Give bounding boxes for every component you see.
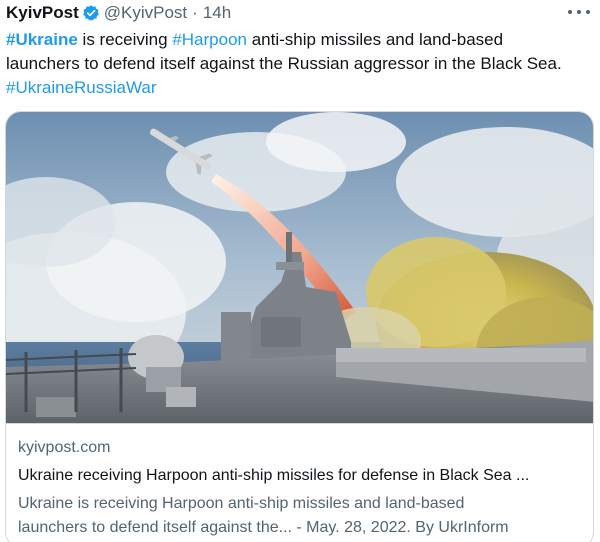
card-description-line: launchers to defend itself against the..…: [18, 519, 509, 536]
more-dot: [586, 10, 590, 14]
card-body: kyivpost.com Ukraine receiving Harpoon a…: [6, 423, 593, 540]
author-name[interactable]: KyivPost: [6, 3, 79, 23]
card-domain: kyivpost.com: [18, 439, 111, 456]
card-description: Ukraine is receiving Harpoon anti-ship m…: [18, 492, 581, 540]
hashtag-ukrainerussiawar[interactable]: #UkraineRussiaWar: [6, 76, 594, 100]
card-image: [6, 112, 593, 423]
verified-badge-icon: [82, 5, 99, 21]
tweet-header: KyivPost @KyivPost · 14h: [6, 2, 231, 24]
link-preview-card[interactable]: kyivpost.com Ukraine receiving Harpoon a…: [5, 111, 594, 542]
card-title: Ukraine receiving Harpoon anti-ship miss…: [18, 467, 530, 484]
hashtag-ukraine[interactable]: #Ukraine: [6, 30, 78, 49]
tweet-timestamp[interactable]: 14h: [203, 3, 231, 23]
tweet-text-line-1: #Ukraine is receiving #Harpoon anti-ship…: [6, 28, 594, 52]
more-dot: [568, 10, 572, 14]
separator-dot: ·: [192, 3, 198, 22]
more-options-icon[interactable]: [568, 5, 590, 19]
hashtag-harpoon[interactable]: #Harpoon: [172, 30, 247, 49]
author-handle[interactable]: @KyivPost: [104, 3, 187, 23]
card-description-line: Ukraine is receiving Harpoon anti-ship m…: [18, 495, 465, 512]
tweet-text-line-2: launchers to defend itself against the R…: [6, 54, 562, 73]
tweet-text-fragment: anti-ship missiles and land-based: [246, 30, 504, 49]
more-dot: [577, 10, 581, 14]
tweet-text: #Ukraine is receiving #Harpoon anti-ship…: [6, 28, 594, 100]
tweet-text-fragment: is receiving: [77, 30, 173, 49]
